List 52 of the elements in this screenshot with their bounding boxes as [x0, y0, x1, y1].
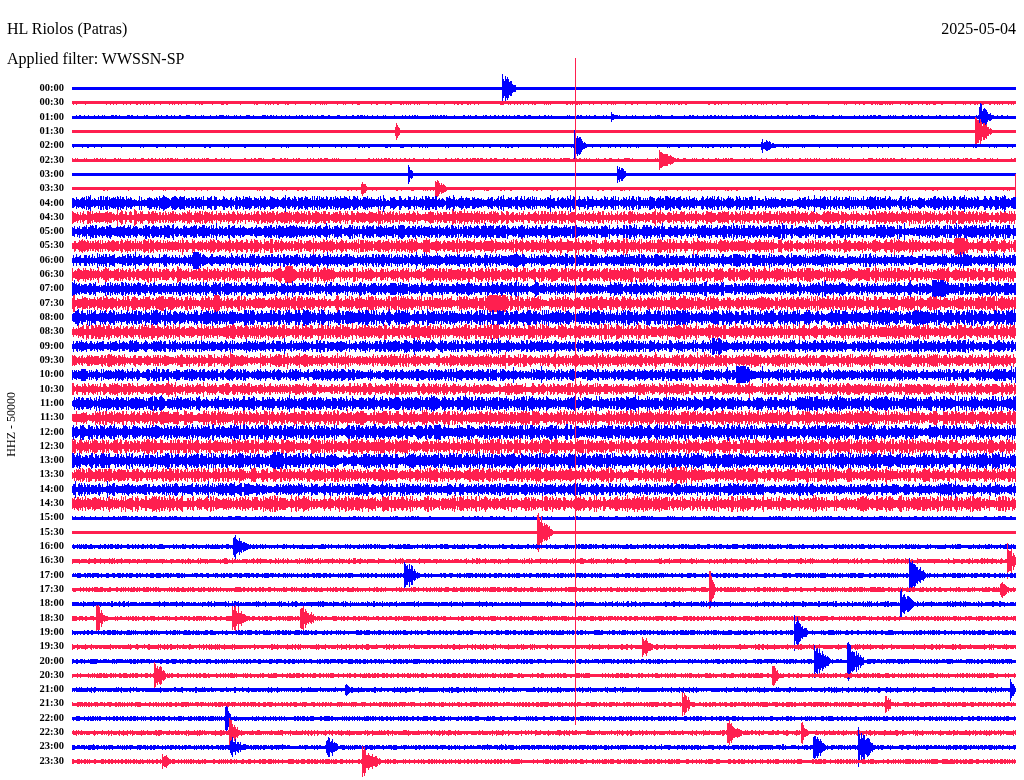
time-label: 10:00 [39, 367, 64, 382]
time-label: 19:30 [39, 639, 64, 654]
time-label: 00:00 [39, 81, 64, 95]
time-label: 15:00 [39, 510, 64, 525]
time-label: 09:30 [39, 352, 64, 367]
filter-label: Applied filter: WWSSN-SP [7, 50, 185, 67]
time-label: 18:00 [39, 596, 64, 611]
time-label: 08:30 [39, 324, 64, 339]
time-label: 16:30 [39, 553, 64, 568]
time-label: 23:30 [39, 753, 64, 768]
time-label: 01:00 [39, 109, 64, 124]
time-label: 00:30 [39, 95, 64, 110]
time-label: 12:30 [39, 438, 64, 453]
time-label: 21:30 [39, 696, 64, 711]
time-label: 20:00 [39, 653, 64, 668]
time-label: 23:00 [39, 739, 64, 754]
time-label: 04:00 [39, 195, 64, 210]
station-title: HL Riolos (Patras) [7, 20, 128, 40]
time-label: 02:00 [39, 138, 64, 153]
time-label: 12:00 [39, 424, 64, 439]
time-label: 02:30 [39, 152, 64, 167]
time-label: 19:00 [39, 624, 64, 639]
time-label: 11:30 [40, 410, 64, 425]
time-label: 14:00 [39, 481, 64, 496]
time-label: 07:00 [39, 281, 64, 296]
time-label: 08:00 [39, 310, 64, 324]
time-label: 17:00 [39, 567, 64, 582]
time-label: 04:30 [39, 209, 64, 224]
time-label: 03:30 [39, 181, 64, 196]
time-label: 01:30 [39, 123, 64, 138]
time-label: 21:00 [39, 682, 64, 697]
time-label: 05:30 [39, 238, 64, 253]
time-label: 20:30 [39, 667, 64, 682]
axis-label: HHZ - 50000 [3, 391, 19, 457]
time-label: 06:00 [39, 252, 64, 267]
time-label: 13:00 [39, 453, 64, 468]
time-label: 06:30 [39, 267, 64, 282]
time-label: 09:00 [39, 338, 64, 353]
time-label: 05:00 [39, 224, 64, 239]
time-label: 22:30 [39, 725, 64, 740]
date-label: 2025-05-04 [941, 20, 1016, 39]
time-label: 13:30 [39, 467, 64, 482]
time-label: 17:30 [39, 581, 64, 596]
time-label: 03:00 [39, 166, 64, 181]
time-label: 07:30 [39, 295, 64, 310]
time-label: 15:30 [39, 524, 64, 539]
time-label: 18:30 [39, 610, 64, 625]
time-label: 11:00 [40, 395, 64, 410]
time-label: 10:30 [39, 381, 64, 396]
time-label: 22:00 [39, 710, 64, 725]
time-label: 14:30 [39, 496, 64, 511]
time-label: 16:00 [39, 539, 64, 553]
